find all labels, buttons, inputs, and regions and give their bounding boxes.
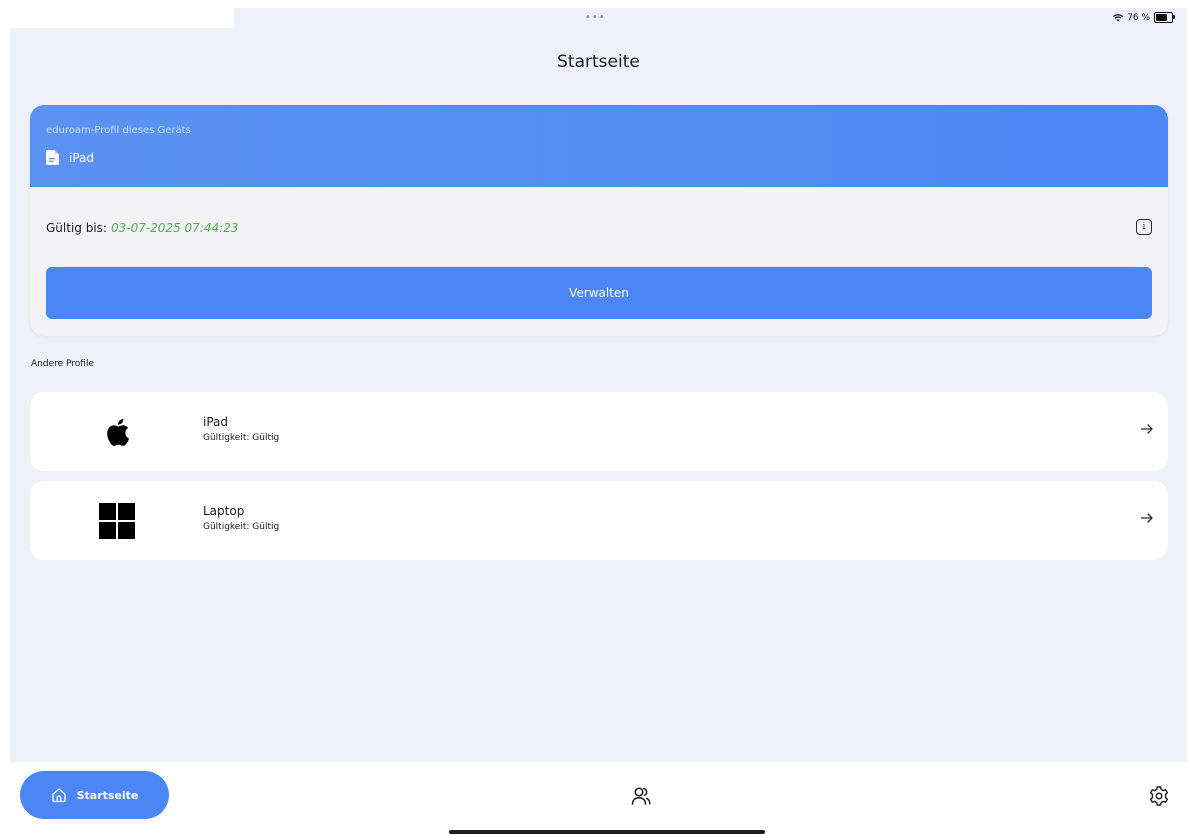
validity-date: 03-07-2025 07:44:23 <box>110 221 239 235</box>
battery-percentage: 76 % <box>1127 12 1150 23</box>
status-bar: ••• 76 % <box>10 8 1187 30</box>
profile-validity: Gültigkeit: Gültig <box>203 433 280 443</box>
device-card-device: iPad <box>46 150 94 165</box>
profile-texts: iPad Gültigkeit: Gültig <box>203 415 279 443</box>
validity-row: Gültig bis: 03-07-2025 07:44:23 <box>46 221 238 235</box>
wifi-icon <box>1113 13 1124 21</box>
tab-home-label: Startseite <box>76 788 139 802</box>
windows-icon <box>99 503 135 539</box>
profile-texts: Laptop Gültigkeit: Gültig <box>203 504 279 532</box>
device-profile-card: eduroam-Profil dieses Geräts iPad Gültig… <box>30 105 1168 336</box>
apple-icon <box>99 414 135 450</box>
device-card-header: eduroam-Profil dieses Geräts iPad <box>30 105 1168 187</box>
battery-icon <box>1154 12 1175 23</box>
gear-icon[interactable] <box>1148 785 1170 807</box>
status-indicators: 76 % <box>1113 12 1175 23</box>
profile-list: iPad Gültigkeit: Gültig Laptop Gültigkei… <box>30 392 1168 570</box>
document-icon <box>46 150 59 165</box>
tab-home[interactable]: Startseite <box>20 771 169 819</box>
page-title: Startseite <box>557 52 640 72</box>
battery-level <box>1156 14 1168 21</box>
users-icon[interactable] <box>630 785 652 807</box>
status-left-area <box>10 8 234 28</box>
profile-item-laptop[interactable]: Laptop Gültigkeit: Gültig <box>30 481 1168 560</box>
arrow-right-icon <box>1140 424 1153 434</box>
device-card-caption: eduroam-Profil dieses Geräts <box>46 125 191 136</box>
profile-name: Laptop <box>203 504 245 518</box>
app-screen: ••• 76 % Startseite eduroam-Profil diese… <box>10 8 1187 762</box>
profile-validity: Gültigkeit: Gültig <box>203 522 280 532</box>
other-profiles-label: Andere Profile <box>31 359 94 369</box>
home-indicator[interactable] <box>449 830 765 834</box>
info-icon[interactable]: i <box>1136 219 1152 235</box>
validity-label: Gültig bis: <box>46 221 107 235</box>
home-icon <box>51 788 66 803</box>
profile-name: iPad <box>203 415 229 429</box>
tab-bar: Startseite <box>0 762 1197 836</box>
manage-button[interactable]: Verwalten <box>46 267 1152 319</box>
profile-item-ipad[interactable]: iPad Gültigkeit: Gültig <box>30 392 1168 471</box>
arrow-right-icon <box>1140 513 1153 523</box>
device-name: iPad <box>69 150 95 165</box>
multitasking-dots[interactable]: ••• <box>585 12 606 23</box>
